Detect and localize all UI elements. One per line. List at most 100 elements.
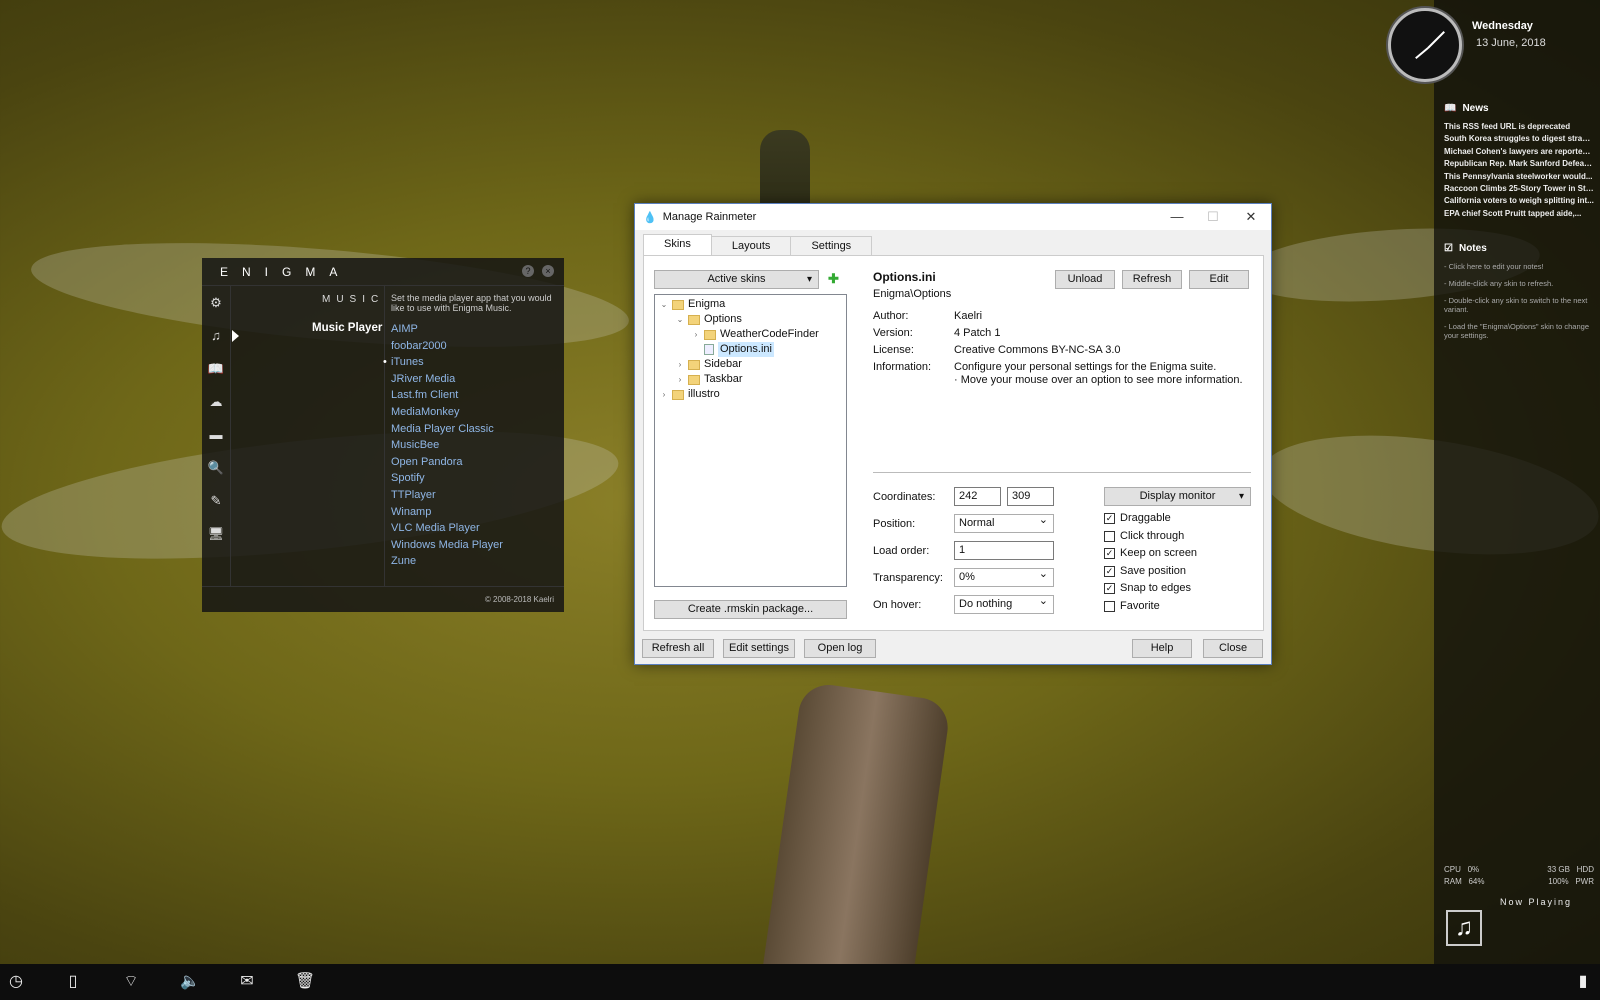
book-icon[interactable]: 📖 (202, 352, 230, 385)
snap-to-edges-checkbox[interactable]: ✓ Snap to edges (1104, 582, 1191, 594)
collapse-caret-icon[interactable]: › (692, 327, 700, 342)
news-item[interactable]: South Korea struggles to digest strange.… (1444, 133, 1594, 145)
coordinate-x-input[interactable]: 242 (954, 487, 1001, 506)
close-icon[interactable]: × (542, 265, 554, 277)
close-window-button[interactable]: ✕ (1233, 206, 1269, 228)
tab-layouts[interactable]: Layouts (710, 236, 792, 256)
checkbox-icon[interactable]: ✓ (1104, 565, 1115, 577)
music-icon[interactable]: ♫ (202, 319, 230, 352)
player-option-itunes[interactable]: iTunes (383, 354, 503, 371)
tab-skins[interactable]: Skins (643, 234, 712, 256)
close-button[interactable]: Close (1203, 639, 1263, 658)
recycle-bin-icon[interactable]: ▮ (1572, 971, 1594, 993)
player-option-jriver[interactable]: JRiver Media (391, 371, 503, 388)
checkbox-icon[interactable] (1104, 530, 1115, 542)
date-full: 13 June, 2018 (1476, 37, 1546, 49)
help-button[interactable]: Help (1132, 639, 1192, 658)
enigma-header[interactable]: ENIGMA (202, 258, 564, 286)
display-monitor-button[interactable]: Display monitor (1104, 487, 1251, 506)
draggable-checkbox[interactable]: ✓ Draggable (1104, 512, 1171, 524)
collapse-caret-icon[interactable]: › (676, 372, 684, 387)
player-option-spotify[interactable]: Spotify (391, 470, 503, 487)
monitor-icon[interactable]: 🖥 (202, 517, 230, 550)
tree-node-options-ini[interactable]: Options.ini (704, 342, 774, 357)
refresh-all-button[interactable]: Refresh all (642, 639, 714, 658)
skin-title: Options.ini (873, 270, 936, 284)
load-order-input[interactable]: 1 (954, 541, 1054, 560)
mail-icon[interactable]: ✉ (236, 971, 258, 993)
player-option-ttplayer[interactable]: TTPlayer (391, 487, 503, 504)
click-through-checkbox[interactable]: Click through (1104, 530, 1184, 542)
checkbox-icon[interactable]: ✓ (1104, 512, 1115, 524)
notes-list[interactable]: - Click here to edit your notes! - Middl… (1444, 262, 1594, 348)
information-label: Information: (873, 361, 932, 373)
player-option-foobar2000[interactable]: foobar2000 (391, 338, 503, 355)
save-position-checkbox[interactable]: ✓ Save position (1104, 565, 1186, 577)
tree-node-enigma[interactable]: ⌄ Enigma (660, 297, 726, 312)
player-option-openpandora[interactable]: Open Pandora (391, 454, 503, 471)
search-icon[interactable]: 🔍 (202, 451, 230, 484)
refresh-button[interactable]: Refresh (1122, 270, 1182, 289)
tab-settings[interactable]: Settings (790, 236, 873, 256)
edit-settings-button[interactable]: Edit settings (723, 639, 795, 658)
expand-caret-icon[interactable]: ⌄ (676, 312, 684, 327)
tree-node-illustro[interactable]: › illustro (660, 387, 720, 402)
expand-caret-icon[interactable]: ⌄ (660, 297, 668, 312)
position-select[interactable]: Normal (954, 512, 1054, 533)
player-option-vlc[interactable]: VLC Media Player (391, 520, 503, 537)
taskbar-icon[interactable]: ▬ (202, 418, 230, 451)
clock-icon[interactable]: ◷ (5, 971, 27, 993)
wifi-icon[interactable]: ⌔ (120, 971, 142, 993)
news-item[interactable]: California voters to weigh splitting int… (1444, 195, 1594, 207)
collapse-caret-icon[interactable]: › (660, 387, 668, 402)
volume-icon[interactable]: 🔈 (179, 971, 201, 993)
edit-icon[interactable]: ✎ (202, 484, 230, 517)
tree-node-taskbar[interactable]: › Taskbar (676, 372, 743, 387)
minimize-button[interactable]: — (1159, 206, 1195, 228)
news-item[interactable]: This RSS feed URL is deprecated (1444, 121, 1594, 133)
player-option-musicbee[interactable]: MusicBee (391, 437, 503, 454)
player-option-aimp[interactable]: AIMP (391, 321, 503, 338)
folder-icon (688, 359, 700, 370)
player-option-mpc[interactable]: Media Player Classic (391, 421, 503, 438)
transparency-select[interactable]: 0% (954, 566, 1054, 587)
news-item[interactable]: EPA chief Scott Pruitt tapped aide,... (1444, 208, 1594, 220)
tree-label: Options (704, 313, 742, 325)
active-skins-button[interactable]: Active skins (654, 270, 819, 289)
maximize-button[interactable]: ☐ (1195, 206, 1231, 228)
coordinate-y-input[interactable]: 309 (1007, 487, 1054, 506)
checkbox-icon[interactable] (1104, 600, 1115, 612)
music-note-icon[interactable]: ♫ (1446, 910, 1482, 946)
author-value: Kaelri (954, 310, 983, 322)
collapse-caret-icon[interactable]: › (676, 357, 684, 372)
tree-node-options[interactable]: ⌄ Options (676, 312, 742, 327)
favorite-checkbox[interactable]: Favorite (1104, 600, 1160, 612)
checkbox-icon[interactable]: ✓ (1104, 547, 1115, 559)
player-option-lastfm[interactable]: Last.fm Client (391, 387, 503, 404)
tree-node-weathercodefinder[interactable]: › WeatherCodeFinder (692, 327, 819, 342)
keep-on-screen-checkbox[interactable]: ✓ Keep on screen (1104, 547, 1197, 559)
add-skin-icon[interactable]: ✚ (828, 271, 839, 287)
gear-icon[interactable]: ⚙ (202, 286, 230, 319)
tree-node-sidebar[interactable]: › Sidebar (676, 357, 742, 372)
news-item[interactable]: Republican Rep. Mark Sanford Defeate... (1444, 158, 1594, 170)
trash-icon[interactable]: 🗑 (294, 971, 316, 993)
note-item[interactable]: - Click here to edit your notes! (1444, 262, 1594, 271)
player-option-winamp[interactable]: Winamp (391, 504, 503, 521)
battery-icon[interactable]: ▯ (62, 971, 84, 993)
unload-button[interactable]: Unload (1055, 270, 1115, 289)
player-option-zune[interactable]: Zune (391, 553, 503, 570)
edit-button[interactable]: Edit (1189, 270, 1249, 289)
news-title: News (1462, 103, 1489, 114)
news-item[interactable]: This Pennsylvania steelworker would... (1444, 171, 1594, 183)
help-icon[interactable]: ? (522, 265, 534, 277)
player-option-mediamonkey[interactable]: MediaMonkey (391, 404, 503, 421)
weather-icon[interactable]: ☁ (202, 385, 230, 418)
open-log-button[interactable]: Open log (804, 639, 876, 658)
on-hover-select[interactable]: Do nothing (954, 593, 1054, 614)
checkbox-icon[interactable]: ✓ (1104, 582, 1115, 594)
news-item[interactable]: Raccoon Climbs 25-Story Tower in St.... (1444, 183, 1594, 195)
player-option-wmp[interactable]: Windows Media Player (391, 537, 503, 554)
create-package-button[interactable]: Create .rmskin package... (654, 600, 847, 619)
news-item[interactable]: Michael Cohen's lawyers are reportedly..… (1444, 146, 1594, 158)
